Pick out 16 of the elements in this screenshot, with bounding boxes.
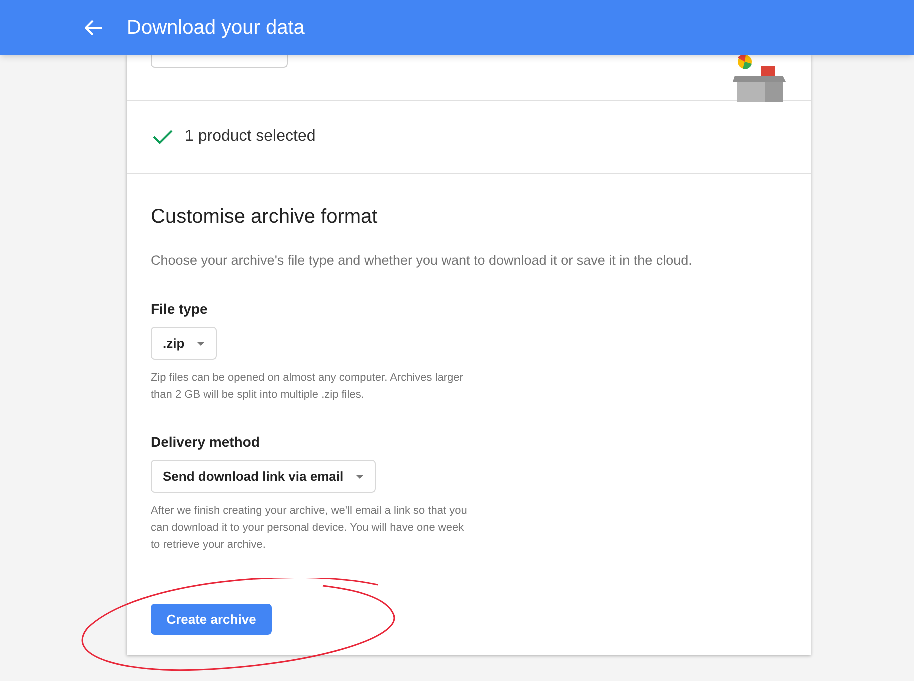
section-title: Customise archive format [151, 205, 379, 230]
caret-icon [196, 342, 205, 346]
field-label: Delivery method [151, 433, 261, 452]
back-arrow-icon [85, 20, 103, 36]
dropdown[interactable]: .zip [151, 327, 217, 360]
section-description: Choose your archive's file type and whether you want to download it or save it in the cloud. [151, 252, 694, 270]
check-icon [153, 129, 173, 145]
create-archive-button[interactable]: Create archive [151, 604, 272, 636]
caret-icon [356, 474, 364, 479]
help-text: Zip files can be opened on almost any computer. Archives larger than 2 GB will be split into multiple .zip files. [151, 371, 464, 404]
help-text: After we finish creating your archive, we'll email a link so that you can download it to your personal device. You will have one week to retrieve your archive. [151, 504, 468, 554]
dropdown[interactable]: Send download link via email [151, 460, 376, 494]
page-title: Download your data [127, 16, 305, 40]
field-label: File type [151, 300, 209, 320]
archive-box-drawing [733, 54, 787, 102]
selection-summary: 1 product selected [185, 127, 316, 147]
